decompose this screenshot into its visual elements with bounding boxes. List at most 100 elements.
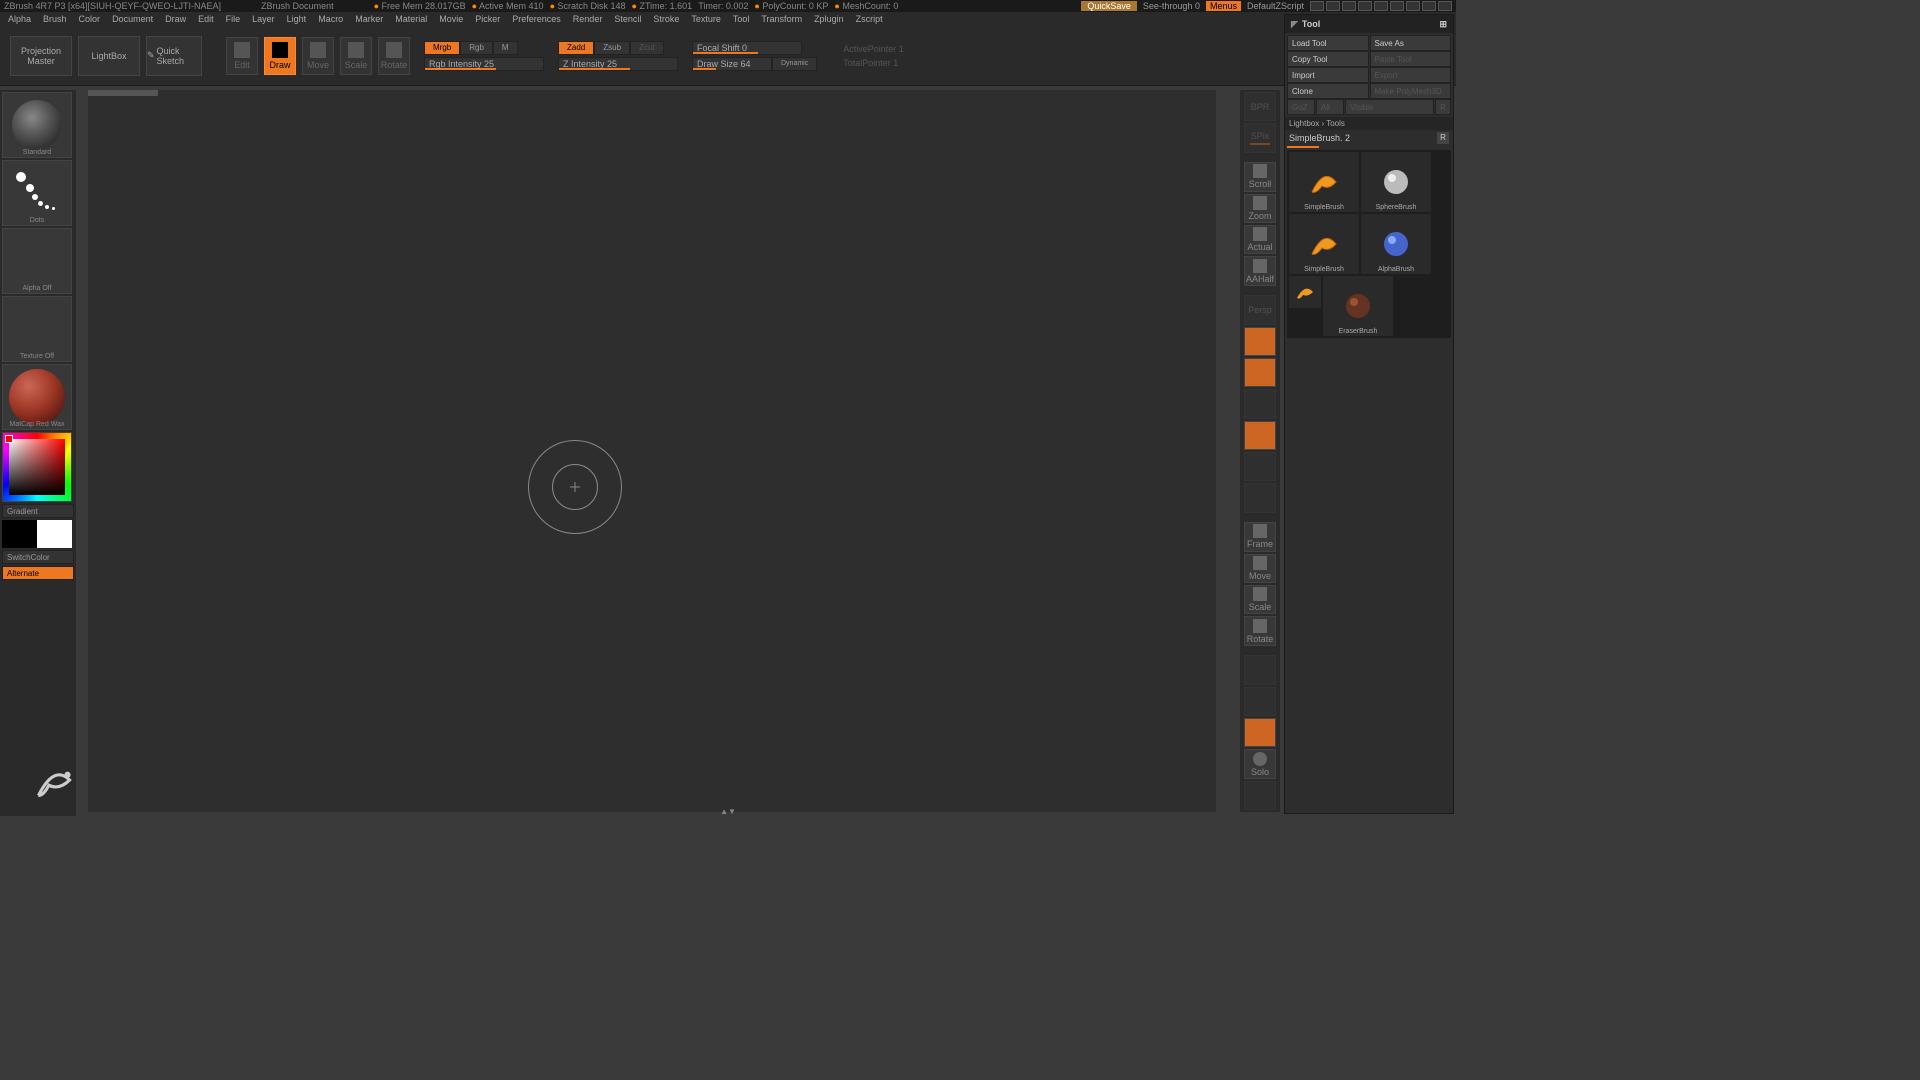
tool-collapse-icon[interactable]: ◤: [1291, 19, 1298, 30]
lsym-button[interactable]: [1244, 389, 1276, 418]
canvas[interactable]: [88, 90, 1216, 812]
zcut-button[interactable]: Zcut: [630, 41, 664, 55]
draw-mode-button[interactable]: Draw: [264, 37, 296, 75]
tool-thumb-SimpleBrush[interactable]: SimpleBrush: [1289, 152, 1359, 212]
rgb-button[interactable]: Rgb: [460, 41, 493, 55]
local-button[interactable]: [1244, 358, 1276, 387]
canvas-scrollbar-top[interactable]: [88, 90, 158, 96]
menu-material[interactable]: Material: [395, 14, 427, 24]
menu-layer[interactable]: Layer: [252, 14, 275, 24]
color-swatch-black[interactable]: [2, 520, 37, 548]
xpose2-button[interactable]: [1244, 781, 1276, 810]
move-mode-button[interactable]: Move: [302, 37, 334, 75]
persp-button[interactable]: Persp: [1244, 295, 1276, 324]
menu-movie[interactable]: Movie: [439, 14, 463, 24]
goz-r-button[interactable]: R: [1435, 99, 1451, 115]
menu-document[interactable]: Document: [112, 14, 153, 24]
scroll-button[interactable]: Scroll: [1244, 162, 1276, 191]
bottom-expand-icon[interactable]: ▲▼: [720, 807, 736, 816]
menu-brush[interactable]: Brush: [43, 14, 67, 24]
tranf-button[interactable]: [1244, 687, 1276, 716]
window-button-1[interactable]: [1310, 1, 1324, 11]
alpha-thumbnail[interactable]: Alpha Off: [2, 228, 72, 294]
default-zscript[interactable]: DefaultZScript: [1243, 1, 1308, 11]
bpr-button[interactable]: BPR: [1244, 92, 1276, 121]
make-polymesh-button[interactable]: Make PolyMesh3D: [1370, 83, 1452, 99]
button-orange-3[interactable]: [1244, 421, 1276, 450]
menu-marker[interactable]: Marker: [355, 14, 383, 24]
brush-thumbnail[interactable]: Standard: [2, 92, 72, 158]
tool-pin-icon[interactable]: ⊞: [1439, 19, 1447, 30]
menu-texture[interactable]: Texture: [691, 14, 721, 24]
rgb-intensity-slider[interactable]: Rgb Intensity 25: [424, 57, 544, 71]
tool-thumb-SimpleBrush[interactable]: SimpleBrush: [1289, 214, 1359, 274]
solo-button[interactable]: Solo: [1244, 749, 1276, 778]
zsub-button[interactable]: Zsub: [594, 41, 630, 55]
menus-button[interactable]: Menus: [1206, 1, 1241, 11]
save-as-button[interactable]: Save As: [1370, 35, 1452, 51]
load-tool-button[interactable]: Load Tool: [1287, 35, 1369, 51]
tool-thumb-SphereBrush[interactable]: SphereBrush: [1361, 152, 1431, 212]
dynrender-button[interactable]: [1244, 718, 1276, 747]
window-button-4[interactable]: [1358, 1, 1372, 11]
color-swatch-white[interactable]: [37, 520, 72, 548]
menu-transform[interactable]: Transform: [761, 14, 802, 24]
menu-light[interactable]: Light: [287, 14, 307, 24]
rotate-mode-button[interactable]: Rotate: [378, 37, 410, 75]
polyf-button[interactable]: [1244, 655, 1276, 684]
menu-edit[interactable]: Edit: [198, 14, 214, 24]
menu-preferences[interactable]: Preferences: [512, 14, 561, 24]
cam-scale-button[interactable]: Scale: [1244, 585, 1276, 614]
menu-alpha[interactable]: Alpha: [8, 14, 31, 24]
focal-shift-slider[interactable]: Focal Shift 0: [692, 41, 802, 55]
clone-button[interactable]: Clone: [1287, 83, 1369, 99]
window-close[interactable]: [1438, 1, 1452, 11]
menu-file[interactable]: File: [226, 14, 241, 24]
dynamic-button[interactable]: Dynamic: [772, 57, 817, 71]
z-intensity-slider[interactable]: Z Intensity 25: [558, 57, 678, 71]
texture-thumbnail[interactable]: Texture Off: [2, 296, 72, 362]
aahalf-button[interactable]: AAHalf: [1244, 256, 1276, 285]
window-minimize[interactable]: [1406, 1, 1420, 11]
mrgb-button[interactable]: Mrgb: [424, 41, 460, 55]
menu-stroke[interactable]: Stroke: [653, 14, 679, 24]
paste-tool-button[interactable]: Paste Tool: [1370, 51, 1452, 67]
window-maximize[interactable]: [1422, 1, 1436, 11]
quicksave-button[interactable]: QuickSave: [1081, 1, 1137, 11]
frame-button[interactable]: Frame: [1244, 522, 1276, 551]
spix-button[interactable]: SPix: [1244, 123, 1276, 152]
stroke-thumbnail[interactable]: Dots: [2, 160, 72, 226]
zadd-button[interactable]: Zadd: [558, 41, 594, 55]
tool-breadcrumb[interactable]: Lightbox › Tools: [1285, 117, 1453, 130]
menu-color[interactable]: Color: [79, 14, 101, 24]
lightbox-button[interactable]: LightBox: [78, 36, 140, 76]
scale-mode-button[interactable]: Scale: [340, 37, 372, 75]
actual-button[interactable]: Actual: [1244, 225, 1276, 254]
window-button-6[interactable]: [1390, 1, 1404, 11]
xpose-button[interactable]: [1244, 452, 1276, 481]
import-button[interactable]: Import: [1287, 67, 1369, 83]
zoom-button[interactable]: Zoom: [1244, 194, 1276, 223]
menu-zscript[interactable]: Zscript: [856, 14, 883, 24]
menu-draw[interactable]: Draw: [165, 14, 186, 24]
export-button[interactable]: Export: [1370, 67, 1452, 83]
window-button-3[interactable]: [1342, 1, 1356, 11]
menu-stencil[interactable]: Stencil: [614, 14, 641, 24]
quick-sketch-button[interactable]: ✎ Quick Sketch: [146, 36, 202, 76]
material-thumbnail[interactable]: MatCap Red Wax: [2, 364, 72, 430]
menu-tool[interactable]: Tool: [733, 14, 750, 24]
goz-button[interactable]: GoZ: [1287, 99, 1315, 115]
menu-macro[interactable]: Macro: [318, 14, 343, 24]
goz-visible-button[interactable]: Visible: [1345, 99, 1434, 115]
tool-thumb-empty[interactable]: [1289, 276, 1321, 308]
draw-size-slider[interactable]: Draw Size 64: [692, 57, 772, 71]
floor-button[interactable]: [1244, 327, 1276, 356]
alternate-button[interactable]: Alternate: [2, 566, 74, 580]
copy-tool-button[interactable]: Copy Tool: [1287, 51, 1369, 67]
button-dim-1[interactable]: [1244, 483, 1276, 512]
tool-thumb-EraserBrush[interactable]: EraserBrush: [1323, 276, 1393, 336]
window-button-2[interactable]: [1326, 1, 1340, 11]
seethrough-slider[interactable]: See-through 0: [1139, 1, 1204, 11]
menu-zplugin[interactable]: Zplugin: [814, 14, 844, 24]
tool-thumb-AlphaBrush[interactable]: AlphaBrush: [1361, 214, 1431, 274]
